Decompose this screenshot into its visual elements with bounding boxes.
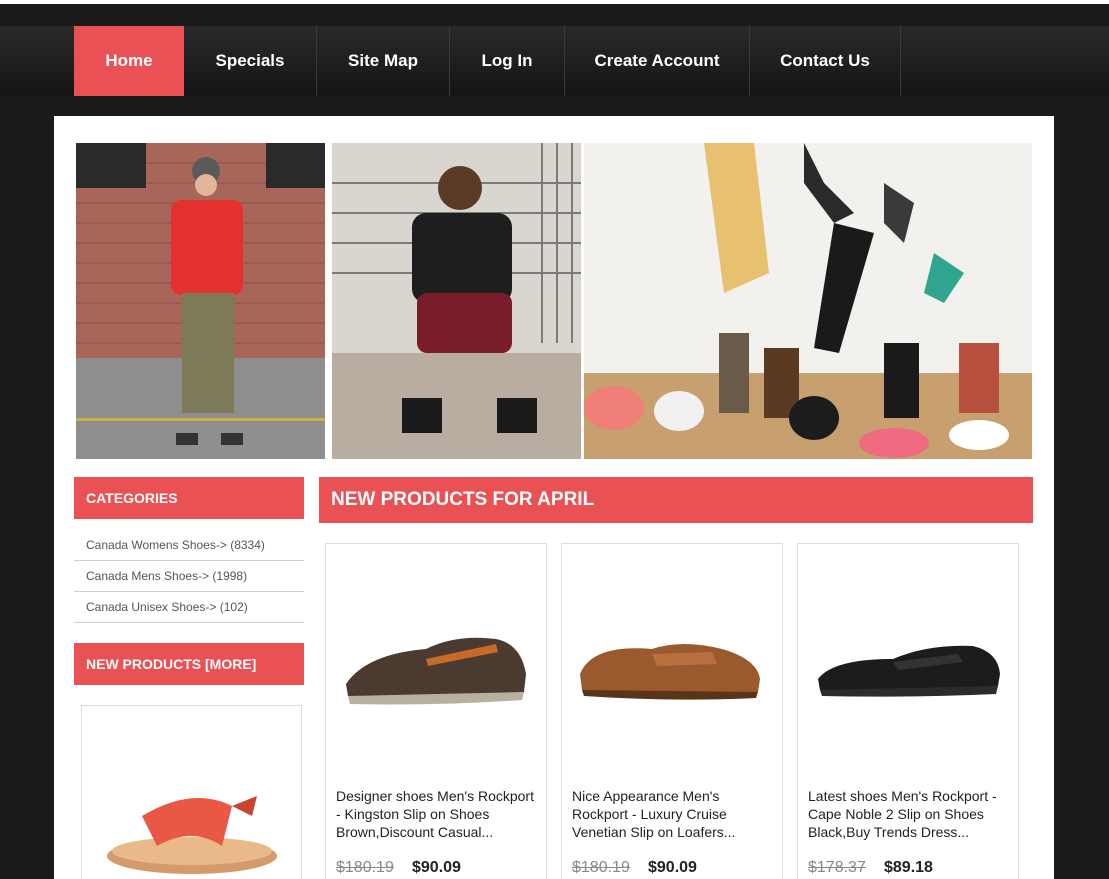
product-old-price: $180.19	[336, 859, 394, 876]
product-image	[580, 644, 760, 700]
product-image	[818, 645, 1000, 697]
product-price: $89.18	[884, 859, 933, 876]
top-bar	[0, 4, 1109, 26]
categories-heading: CATEGORIES	[74, 477, 304, 519]
sidebar: CATEGORIES Canada Womens Shoes-> (8334) …	[74, 477, 304, 879]
product-price: $90.09	[412, 859, 461, 876]
nav-site-map[interactable]: Site Map	[317, 26, 450, 96]
product-title[interactable]: Designer shoes Men's Rockport - Kingston…	[336, 787, 541, 841]
main-section: NEW PRODUCTS FOR APRIL Designer shoes Me…	[319, 477, 1033, 879]
nav-list: Home Specials Site Map Log In Create Acc…	[74, 26, 901, 96]
nav-contact-us[interactable]: Contact Us	[750, 26, 901, 96]
product-title[interactable]: Nice Appearance Men's Rockport - Luxury …	[572, 787, 777, 841]
nav-home[interactable]: Home	[74, 26, 184, 96]
page-content: CATEGORIES Canada Womens Shoes-> (8334) …	[54, 116, 1054, 879]
product-old-price: $180.19	[572, 859, 630, 876]
product-price: $90.09	[648, 859, 697, 876]
product-card[interactable]: Designer shoes Men's Rockport - Kingston…	[325, 543, 547, 879]
sandal-image	[107, 796, 277, 874]
sidebar-product-card[interactable]	[81, 705, 302, 879]
nav-create-account[interactable]: Create Account	[565, 26, 750, 96]
category-list: Canada Womens Shoes-> (8334) Canada Mens…	[74, 530, 304, 623]
banner-image-3	[584, 143, 1032, 459]
product-grid: Designer shoes Men's Rockport - Kingston…	[325, 543, 1019, 879]
product-card[interactable]: Latest shoes Men's Rockport - Cape Noble…	[797, 543, 1019, 879]
banner-image-1	[76, 143, 325, 459]
banner-image-2	[332, 143, 581, 459]
hero-banner[interactable]	[76, 143, 1032, 459]
product-title[interactable]: Latest shoes Men's Rockport - Cape Noble…	[808, 787, 1013, 841]
category-womens[interactable]: Canada Womens Shoes-> (8334)	[74, 530, 304, 561]
product-card[interactable]: Nice Appearance Men's Rockport - Luxury …	[561, 543, 783, 879]
nav-log-in[interactable]: Log In	[450, 26, 565, 96]
product-old-price: $178.37	[808, 859, 866, 876]
category-unisex[interactable]: Canada Unisex Shoes-> (102)	[74, 592, 304, 623]
new-products-more-link[interactable]: NEW PRODUCTS [MORE]	[74, 643, 304, 685]
nav-specials[interactable]: Specials	[184, 26, 317, 96]
category-mens[interactable]: Canada Mens Shoes-> (1998)	[74, 561, 304, 592]
section-title: NEW PRODUCTS FOR APRIL	[319, 477, 1033, 523]
main-navigation: Home Specials Site Map Log In Create Acc…	[0, 26, 1109, 96]
product-image	[346, 637, 526, 705]
